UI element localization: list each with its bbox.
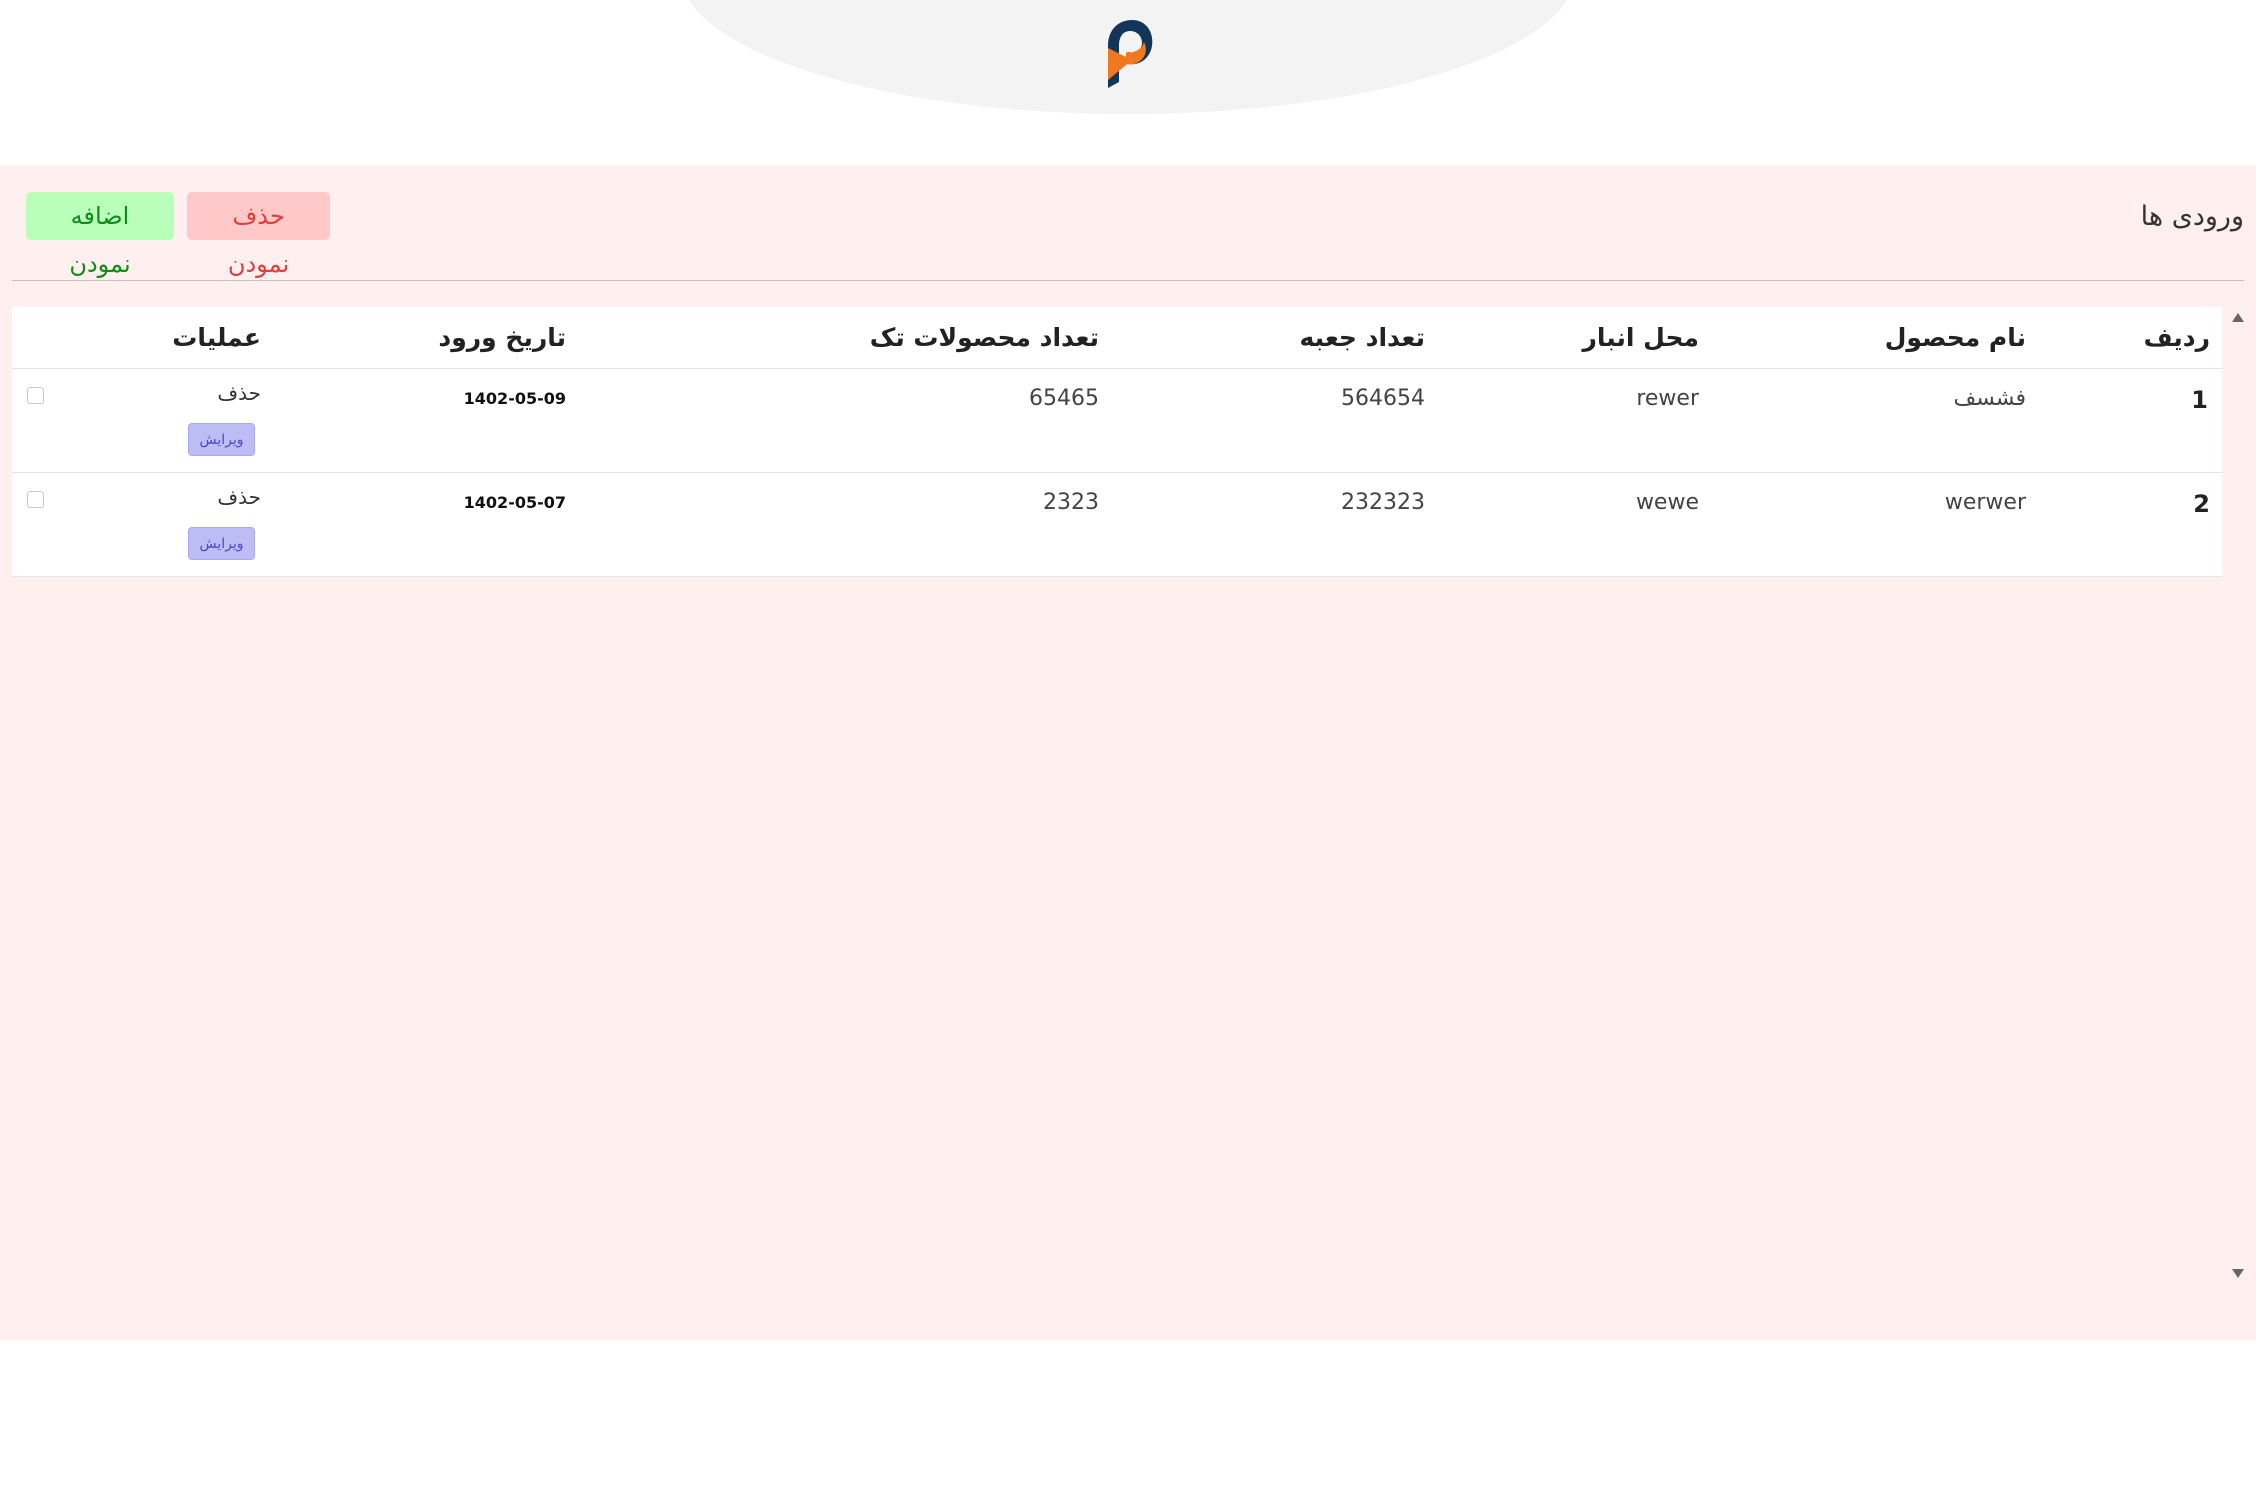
single-count: 65465: [1029, 386, 1099, 411]
brand-p-logo-icon[interactable]: [1102, 16, 1154, 88]
product-name: werwer: [1944, 490, 2026, 515]
scroll-down-arrow-icon[interactable]: [2232, 1269, 2244, 1278]
row-delete-link[interactable]: حذف: [217, 381, 261, 405]
delete-selected-button[interactable]: حذف نمودن: [187, 192, 330, 278]
table-header-row: ردیف نام محصول محل انبار تعداد جعبه تعدا…: [12, 307, 2222, 369]
table-row: 2 werwer wewe 232323 2323 1402-05-07 حذف…: [12, 473, 2222, 577]
column-header-product: نام محصول: [1884, 323, 2026, 352]
row-edit-button[interactable]: ویرایش: [188, 423, 255, 456]
column-header-boxes: تعداد جعبه: [1299, 323, 1425, 352]
scroll-up-arrow-icon[interactable]: [2232, 313, 2244, 322]
row-select-checkbox[interactable]: [27, 387, 44, 404]
entries-panel: ورودی ها حذف نمودن اضافه نمودن ردیف نام …: [0, 165, 2256, 1340]
entry-date: 1402-05-09: [463, 389, 566, 408]
warehouse-location: wewe: [1635, 490, 1699, 515]
row-edit-button[interactable]: ویرایش: [188, 527, 255, 560]
column-header-index: ردیف: [2143, 323, 2210, 352]
row-index: 1: [2191, 386, 2208, 414]
column-header-date: تاریخ ورود: [438, 323, 566, 352]
single-count: 2323: [1043, 490, 1099, 515]
column-header-warehouse: محل انبار: [1582, 323, 1699, 352]
row-select-checkbox[interactable]: [27, 491, 44, 508]
entries-table: ردیف نام محصول محل انبار تعداد جعبه تعدا…: [12, 307, 2222, 577]
row-delete-link[interactable]: حذف: [217, 485, 261, 509]
table-row: 1 فشسف rewer 564654 65465 1402-05-09 حذف…: [12, 369, 2222, 473]
warehouse-location: rewer: [1636, 386, 1699, 411]
entry-date: 1402-05-07: [463, 493, 566, 512]
column-header-singles: تعداد محصولات تک: [869, 323, 1099, 352]
add-entry-button[interactable]: اضافه نمودن: [26, 192, 174, 278]
box-count: 232323: [1341, 490, 1425, 515]
column-header-actions: عملیات: [172, 323, 261, 352]
divider: [12, 280, 2244, 281]
box-count: 564654: [1341, 386, 1425, 411]
row-index: 2: [2193, 490, 2210, 518]
product-name: فشسف: [1953, 386, 2026, 411]
page-title: ورودی ها: [2140, 201, 2244, 232]
page: ورودی ها حذف نمودن اضافه نمودن ردیف نام …: [0, 0, 2256, 1504]
